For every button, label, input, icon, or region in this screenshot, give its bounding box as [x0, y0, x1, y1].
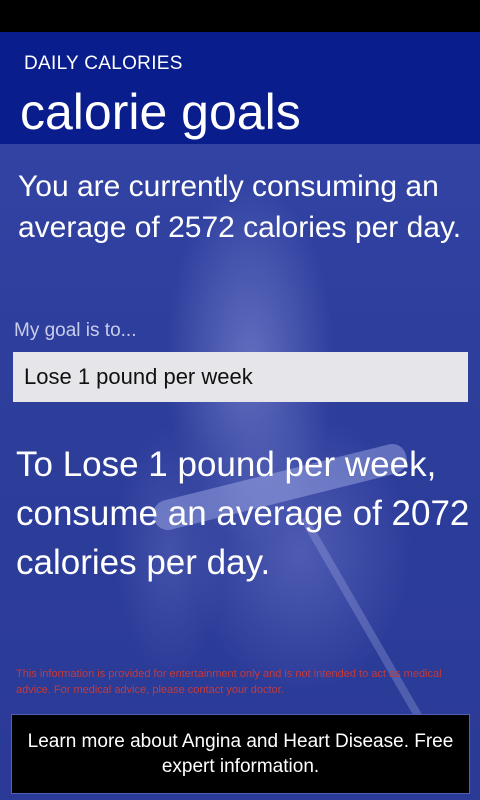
current-consumption-text: You are currently consuming an average o…: [18, 170, 462, 244]
status-bar: [0, 0, 480, 32]
goal-result-text: To Lose 1 pound per week, consume an ave…: [16, 445, 470, 582]
ad-banner[interactable]: Learn more about Angina and Heart Diseas…: [11, 714, 470, 794]
ad-text: Learn more about Angina and Heart Diseas…: [27, 731, 454, 777]
goal-selected-value: Lose 1 pound per week: [24, 364, 253, 389]
page-title: calorie goals: [20, 84, 301, 140]
app-screen: DAILY CALORIES calorie goals You are cur…: [0, 32, 480, 800]
goal-label: My goal is to...: [14, 320, 137, 341]
header: DAILY CALORIES calorie goals: [0, 32, 480, 144]
app-title: DAILY CALORIES: [24, 53, 183, 74]
goal-selector[interactable]: Lose 1 pound per week: [13, 352, 468, 402]
medical-disclaimer: This information is provided for enterta…: [16, 668, 442, 696]
